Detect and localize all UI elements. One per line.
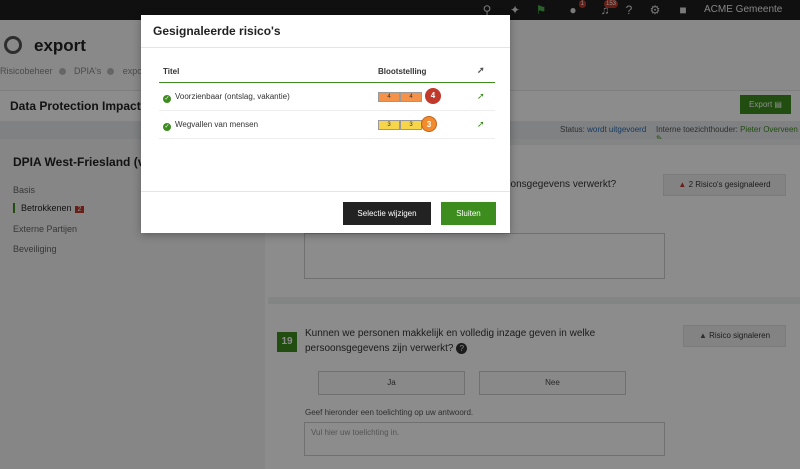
modal-footer: Selectie wijzigen Sluiten [141, 191, 510, 233]
table-row: ✓ Voorzienbaar (ontslag, vakantie) 4 4 4 … [159, 83, 495, 111]
risks-modal: Gesignaleerde risico's Titel Blootstelli… [141, 15, 510, 233]
exposure-cell: 3 [378, 120, 400, 130]
goto-arrow-icon[interactable]: ➚ [477, 119, 485, 130]
risk-title-label: Wegvallen van mensen [175, 120, 259, 129]
exposure-cell: 3 [400, 120, 422, 130]
exposure-score: 4 [425, 88, 441, 104]
col-exposure: Blootstelling [378, 67, 427, 76]
exposure-score: 3 [421, 116, 437, 132]
goto-arrow-icon[interactable]: ➚ [477, 91, 485, 102]
risk-title: ✓ Wegvallen van mensen [163, 120, 258, 131]
check-circle-icon: ✓ [163, 95, 171, 103]
arrow-icon: ➚ [477, 65, 485, 75]
exposure-bar: 3 3 [378, 120, 422, 130]
risk-title-label: Voorzienbaar (ontslag, vakantie) [175, 92, 290, 101]
modal-header: Gesignaleerde risico's [141, 15, 510, 48]
exposure-cell: 4 [400, 92, 422, 102]
table-header: Titel Blootstelling ➚ [159, 65, 495, 83]
change-selection-button[interactable]: Selectie wijzigen [343, 202, 431, 225]
exposure-cell: 4 [378, 92, 400, 102]
risk-title: ✓ Voorzienbaar (ontslag, vakantie) [163, 92, 290, 103]
risks-table: Titel Blootstelling ➚ ✓ Voorzienbaar (ont… [159, 65, 495, 139]
col-title: Titel [163, 67, 180, 76]
check-circle-icon: ✓ [163, 123, 171, 131]
close-button[interactable]: Sluiten [441, 202, 496, 225]
exposure-bar: 4 4 [378, 92, 422, 102]
modal-title: Gesignaleerde risico's [153, 24, 281, 38]
table-row: ✓ Wegvallen van mensen 3 3 3 ➚ [159, 111, 495, 139]
